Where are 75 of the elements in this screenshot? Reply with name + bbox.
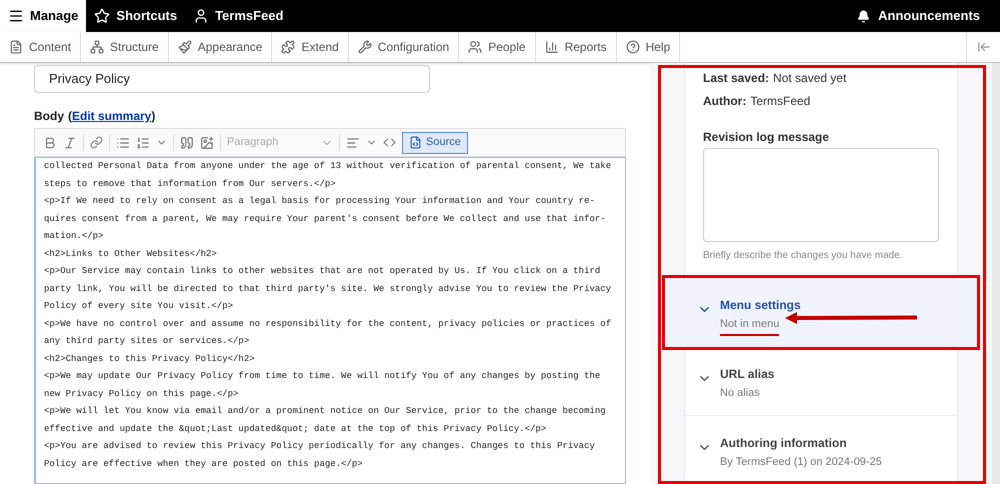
source-editor[interactable] bbox=[34, 157, 626, 484]
admin-menu-item[interactable]: Appearance bbox=[168, 32, 272, 62]
source-line: <p>You are advised to review this Privacy Policy periodically for any changes. Changes to this Privacy bbox=[44, 440, 595, 453]
source-line: <p>We may update Our Privacy Policy from time to time. We will notify You of any changes by posting the bbox=[44, 370, 600, 383]
wrench-icon bbox=[358, 40, 372, 54]
bold-icon[interactable] bbox=[43, 136, 57, 150]
source-line: <h2>Changes to this Privacy Policy</h2> bbox=[44, 352, 255, 366]
bar-chart-icon bbox=[544, 40, 559, 54]
accordion-section[interactable]: Menu settings Not in menu bbox=[665, 278, 977, 347]
admin-menu-item[interactable]: Help bbox=[616, 32, 680, 62]
hierarchy-icon bbox=[90, 40, 104, 54]
source-line: quires consent from a parent, We may require Your parent's consent before We collect and use that infor- bbox=[44, 212, 606, 226]
help-icon bbox=[626, 40, 640, 54]
bullet-list-icon[interactable] bbox=[116, 136, 130, 150]
admin-menu-item[interactable]: Structure bbox=[81, 32, 169, 62]
field-hint: Briefly describe the changes you have made. bbox=[703, 249, 903, 263]
source-line: <p>We will let You know via email and/or a prominent notice on Our Service, prior to the change becoming bbox=[44, 405, 606, 418]
source-button[interactable]: Source bbox=[402, 132, 468, 154]
toolbar-tab[interactable]: Shortcuts bbox=[86, 0, 186, 32]
bell-icon bbox=[857, 10, 870, 22]
meta-value: Not saved yet bbox=[773, 70, 846, 87]
admin-menu-item[interactable]: Content bbox=[0, 32, 82, 62]
puzzle-icon bbox=[281, 40, 296, 54]
admin-menu-item[interactable]: Reports bbox=[536, 32, 617, 62]
scrollbar[interactable] bbox=[992, 63, 1000, 484]
field-label: Revision log message bbox=[703, 129, 830, 146]
section-summary: By TermsFeed (1) on 2024-09-25 bbox=[720, 455, 882, 470]
source-line: steps to remove that information from Our servers.</p> bbox=[44, 178, 336, 190]
edit-summary-link[interactable]: Edit summary bbox=[72, 109, 152, 123]
collapse-icon bbox=[976, 40, 990, 54]
source-line: <p>If We need to rely on consent as a legal basis for processing Your information and Your country re- bbox=[44, 195, 595, 208]
document-icon bbox=[9, 40, 23, 54]
source-line: Policy are effective when they are posted on this page.</p> bbox=[44, 458, 363, 470]
field-label: (Edit summary) bbox=[68, 108, 156, 125]
link-icon[interactable] bbox=[90, 136, 103, 149]
section-title: Menu settings bbox=[720, 297, 801, 314]
source-line: collected Personal Data from anyone under the age of 13 without verification of parental consent, We take bbox=[44, 160, 612, 173]
source-line: <h2>Links to Other Websites</h2> bbox=[44, 248, 217, 260]
source-line: mation.</p> bbox=[44, 230, 104, 243]
source-line: party link, You will be directed to that third party's site. We strongly advise You to review the Privacy bbox=[44, 282, 612, 296]
admin-menu-item[interactable]: People bbox=[459, 32, 536, 62]
align-icon[interactable] bbox=[346, 136, 360, 150]
image-insert-icon[interactable] bbox=[200, 136, 214, 150]
meta-value: TermsFeed bbox=[750, 93, 810, 110]
toolbar-tab[interactable]: Manage bbox=[0, 0, 86, 32]
menu-icon bbox=[8, 8, 24, 24]
italic-icon[interactable] bbox=[63, 136, 77, 150]
source-line: effective and update the &quot;Last updated&quot; date at the top of this Privacy Policy.</p> bbox=[44, 422, 546, 436]
brush-icon bbox=[178, 40, 192, 54]
section-summary: No alias bbox=[720, 386, 760, 401]
accordion-section[interactable]: Authoring information By TermsFeed (1) on 2024-09-25 bbox=[685, 416, 957, 484]
people-icon bbox=[468, 40, 482, 54]
numbered-list-icon[interactable] bbox=[136, 136, 150, 150]
source-line: <p>We have no control over and assume no responsibility for the content, privacy policies or practices of bbox=[44, 318, 612, 330]
source-line: <p>Our Service may contain links to other websites that are not operated by Us. If You click on a third bbox=[44, 265, 600, 278]
user-icon bbox=[193, 8, 210, 24]
section-title: Authoring information bbox=[720, 435, 848, 452]
meta-label: Last saved: bbox=[703, 70, 770, 87]
quote-icon[interactable] bbox=[180, 136, 194, 150]
code-file-icon bbox=[409, 136, 422, 149]
source-line: new Privacy Policy on this page.</p> bbox=[44, 388, 238, 400]
source-line: any third party sites or services.</p> bbox=[44, 335, 250, 348]
announcements-button[interactable]: Announcements bbox=[837, 0, 1000, 32]
admin-menu-item[interactable]: Configuration bbox=[348, 32, 460, 62]
admin-menu-item[interactable]: Extend bbox=[272, 32, 349, 62]
section-title: URL alias bbox=[720, 366, 774, 383]
section-summary: Not in menu bbox=[720, 316, 780, 336]
meta-label: Author: bbox=[703, 93, 746, 110]
accordion-section[interactable]: URL alias No alias bbox=[685, 347, 957, 416]
field-label: Body bbox=[34, 108, 64, 125]
title-input[interactable]: Privacy Policy bbox=[34, 65, 430, 93]
code-icon[interactable] bbox=[383, 136, 396, 149]
source-line: Policy of every site You visit.</p> bbox=[44, 300, 234, 313]
star-icon bbox=[94, 8, 110, 24]
toolbar-tab[interactable]: TermsFeed bbox=[185, 0, 292, 32]
